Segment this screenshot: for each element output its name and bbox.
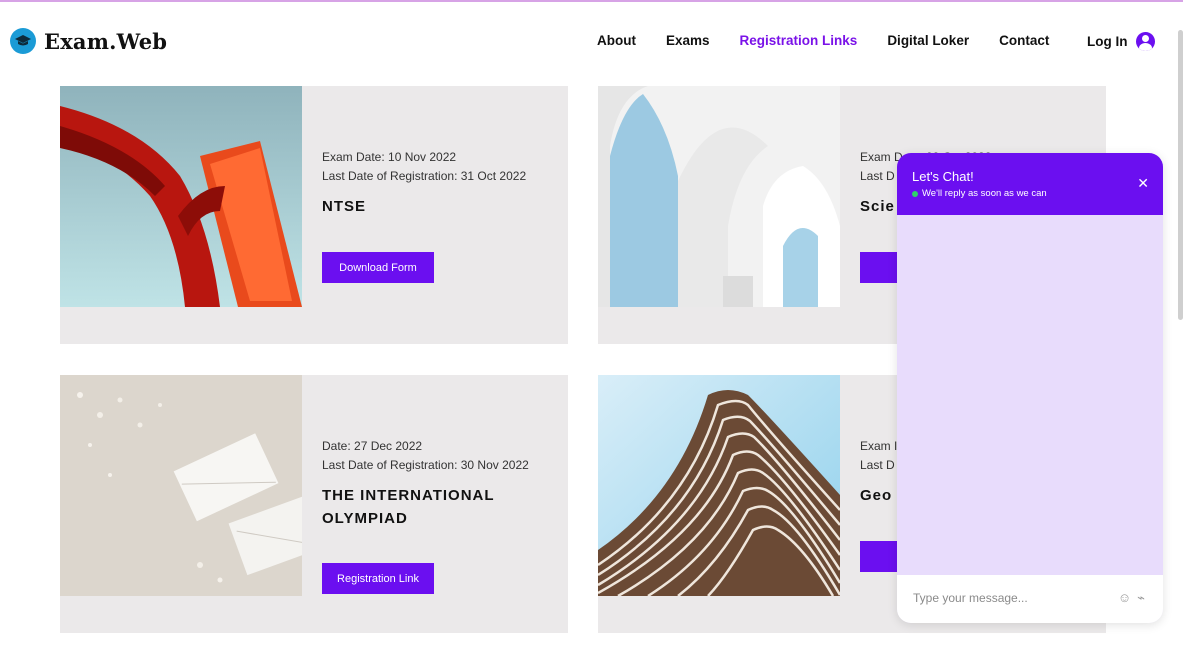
card-image-white-arches [598,86,840,307]
chat-header: Let's Chat! We'll reply as soon as we ca… [897,153,1163,215]
nav-about[interactable]: About [597,33,636,48]
graduation-cap-icon [10,28,36,54]
chat-status: We'll reply as soon as we can [912,188,1047,199]
chat-title: Let's Chat! [912,169,974,184]
exam-title: THE INTERNATIONAL OLYMPIAD [322,487,495,527]
download-form-button[interactable]: Download Form [322,252,434,283]
main-nav: About Exams Registration Links Digital L… [597,33,1079,48]
chat-widget: Let's Chat! We'll reply as soon as we ca… [897,153,1163,623]
paperclip-icon[interactable]: ⌁ [1137,590,1145,606]
chat-message-input[interactable] [913,591,1093,605]
chat-actions: ☺ ⌁ [1118,590,1145,606]
smiley-icon[interactable]: ☺ [1118,590,1131,606]
nav-registration-links[interactable]: Registration Links [740,33,858,48]
card-image-business-cards [60,375,302,596]
nav-exams[interactable]: Exams [666,33,710,48]
online-dot-icon [912,190,918,197]
site-header: Exam.Web About Exams Registration Links … [0,2,1183,80]
nav-contact[interactable]: Contact [999,33,1049,48]
user-avatar-icon [1135,32,1155,51]
exam-date: Exam Date: 10 Nov 2022 [322,150,457,164]
brand-name: Exam.Web [44,28,168,54]
registration-deadline: Last Date of Registration: 30 Nov 2022 [322,458,529,472]
nav-digital-loker[interactable]: Digital Loker [887,33,969,48]
exam-date: Date: 27 Dec 2022 [322,439,423,453]
logo[interactable]: Exam.Web [10,28,167,54]
chat-subtitle: We'll reply as soon as we can [922,188,1047,199]
registration-link-button[interactable]: Registration Link [322,563,434,594]
page-scrollbar[interactable] [1178,30,1183,320]
login-button[interactable]: Log In [1087,32,1155,51]
chat-footer: ☺ ⌁ [897,575,1163,623]
exam-title: NTSE [322,198,367,215]
card-info: Exam Date: 10 Nov 2022 Last Date of Regi… [322,148,562,218]
exam-card-ntse: Exam Date: 10 Nov 2022 Last Date of Regi… [60,86,568,344]
card-info: Date: 27 Dec 2022 Last Date of Registrat… [322,437,562,530]
card-image-curved-building [598,375,840,596]
exam-card-international-olympiad: Date: 27 Dec 2022 Last Date of Registrat… [60,375,568,633]
login-label: Log In [1087,34,1128,49]
registration-deadline: Last Date of Registration: 31 Oct 2022 [322,169,527,183]
card-image-red-sculpture [60,86,302,307]
close-icon[interactable]: ✕ [1137,175,1149,192]
